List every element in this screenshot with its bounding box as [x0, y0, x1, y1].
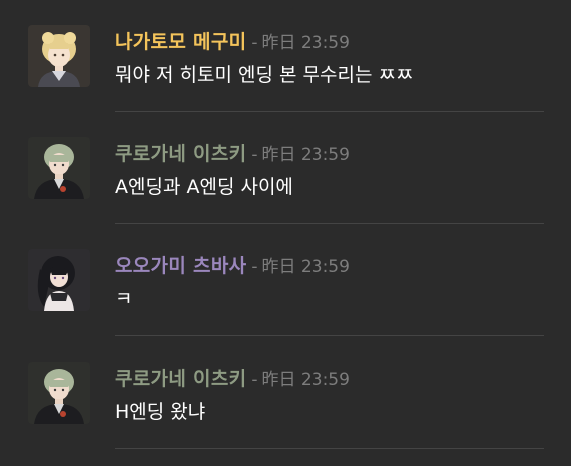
separator: - [251, 145, 258, 165]
chat-message: 오오가미 츠바사 - 昨日 23:59 ㅋ [0, 224, 571, 336]
timestamp: 昨日 23:59 [261, 33, 350, 53]
divider [115, 448, 544, 449]
message-text: A엔딩과 A엔딩 사이에 [115, 176, 293, 198]
dark-hair-girl-avatar-icon[interactable] [28, 249, 90, 311]
chat-log: 나가토모 메구미 - 昨日 23:59 뭐야 저 히토미 엔딩 본 무수리는 ㅉ… [0, 0, 571, 466]
author-name[interactable]: 나가토모 메구미 [115, 27, 246, 54]
timestamp: 昨日 23:59 [261, 257, 350, 277]
message-header: 오오가미 츠바사 - 昨日 23:59 [115, 251, 350, 277]
message-text: H엔딩 왔냐 [115, 401, 206, 423]
green-hair-man-avatar-icon[interactable] [28, 137, 90, 199]
separator: - [251, 370, 258, 390]
message-header: 나가토모 메구미 - 昨日 23:59 [115, 27, 350, 53]
author-name[interactable]: 쿠로가네 이츠키 [115, 364, 246, 391]
message-text: 뭐야 저 히토미 엔딩 본 무수리는 ㅉㅉ [115, 64, 414, 86]
chat-message: 쿠로가네 이츠키 - 昨日 23:59 A엔딩과 A엔딩 사이에 [0, 112, 571, 224]
chat-message: 쿠로가네 이츠키 - 昨日 23:59 H엔딩 왔냐 [0, 337, 571, 449]
timestamp: 昨日 23:59 [261, 370, 350, 390]
timestamp: 昨日 23:59 [261, 145, 350, 165]
green-hair-man-avatar-icon[interactable] [28, 362, 90, 424]
divider [115, 335, 544, 336]
message-header: 쿠로가네 이츠키 - 昨日 23:59 [115, 364, 350, 390]
author-name[interactable]: 쿠로가네 이츠키 [115, 139, 246, 166]
chat-message: 나가토모 메구미 - 昨日 23:59 뭐야 저 히토미 엔딩 본 무수리는 ㅉ… [0, 0, 571, 112]
blonde-girl-avatar-icon[interactable] [28, 25, 90, 87]
author-name[interactable]: 오오가미 츠바사 [115, 251, 246, 278]
separator: - [251, 257, 258, 277]
separator: - [251, 33, 258, 53]
message-header: 쿠로가네 이츠키 - 昨日 23:59 [115, 139, 350, 165]
message-text: ㅋ [115, 288, 133, 310]
